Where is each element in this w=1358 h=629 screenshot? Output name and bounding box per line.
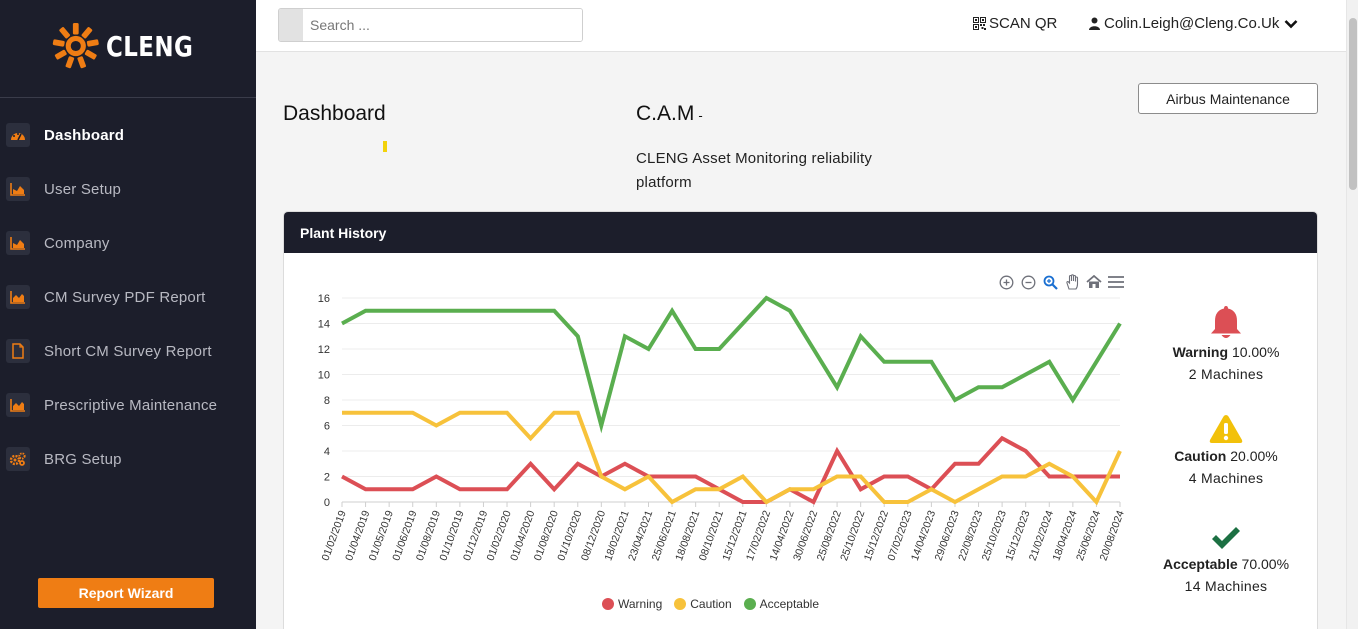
checkmark-icon: [1212, 527, 1240, 549]
user-email: Colin.Leigh@Cleng.Co.Uk: [1104, 15, 1280, 32]
scrollbar-thumb[interactable]: [1349, 18, 1357, 190]
card-title: Plant History: [284, 212, 1317, 253]
search-addon: [279, 9, 303, 41]
gears-icon: [6, 447, 30, 471]
y-tick-label: 8: [324, 395, 330, 407]
cam-description: CLENG Asset Monitoring reliability platf…: [636, 150, 873, 191]
acceptable-percent: 70.00%: [1241, 556, 1290, 572]
sidebar-item-label: Prescriptive Maintenance: [44, 396, 218, 414]
zoom-out-icon[interactable]: [1019, 273, 1037, 291]
y-tick-label: 14: [318, 319, 330, 331]
sidebar-divider: [0, 97, 256, 98]
cam-title: C.A.M -: [636, 102, 703, 126]
cam-title-dash: -: [698, 108, 703, 123]
bell-icon: [1211, 306, 1241, 338]
search-box: [278, 8, 583, 42]
caution-machines: 4 Machines: [1188, 470, 1264, 486]
warning-label: Warning: [1172, 344, 1229, 360]
legend-item-warning[interactable]: Warning: [602, 597, 662, 611]
top-bar: SCAN QR Colin.Leigh@Cleng.Co.Uk: [256, 0, 1346, 52]
cleng-logo[interactable]: CLENG: [52, 12, 212, 80]
y-tick-label: 4: [324, 446, 330, 458]
acceptable-stat: Acceptable 70.00% 14 Machines: [1136, 526, 1316, 594]
warning-machines: 2 Machines: [1188, 366, 1264, 382]
chart-legend: Warning Caution Acceptable: [602, 597, 819, 611]
scan-qr-label: SCAN QR: [989, 15, 1058, 32]
legend-label: Warning: [618, 597, 663, 611]
legend-marker-caution: [674, 598, 687, 610]
user-menu[interactable]: Colin.Leigh@Cleng.Co.Uk: [1089, 15, 1298, 32]
sidebar-item-brg-setup[interactable]: BRG Setup: [0, 432, 256, 486]
caution-label: Caution: [1174, 448, 1227, 464]
sidebar-item-label: CM Survey PDF Report: [44, 288, 206, 306]
area-chart-icon: [6, 393, 30, 417]
warning-stat: Warning 10.00% 2 Machines: [1136, 304, 1316, 382]
y-tick-label: 0: [324, 497, 330, 509]
sun-gear-logo-icon: [52, 22, 99, 69]
file-icon: [6, 339, 30, 363]
menu-icon[interactable]: [1107, 273, 1125, 291]
x-tick-label: 20/08/2024: [1098, 509, 1127, 563]
acceptable-label: Acceptable: [1162, 556, 1238, 572]
sidebar-item-label: Dashboard: [44, 126, 125, 144]
scan-qr-button[interactable]: SCAN QR: [973, 15, 1057, 32]
plant-history-chart: 0 2 4 6 8 10 12 14 16 01/02/2019 01/04/2019 01/05/2…: [284, 253, 1134, 629]
warning-triangle-icon: [1209, 415, 1243, 443]
series-line-warning: [341, 435, 1120, 505]
legend-label: Acceptable: [759, 597, 819, 611]
sidebar-item-company[interactable]: Company: [0, 216, 256, 270]
sidebar-item-label: BRG Setup: [44, 450, 122, 468]
y-tick-label: 12: [318, 344, 330, 356]
sidebar: CLENG Dashboard User Setup Company CM Su…: [0, 0, 256, 629]
page-title: Dashboard: [283, 102, 386, 125]
site-select-button[interactable]: Airbus Maintenance: [1138, 83, 1318, 114]
caution-stat: Caution 20.00% 4 Machines: [1136, 414, 1316, 486]
y-tick-label: 10: [318, 370, 330, 382]
chevron-down-icon: [1284, 19, 1298, 28]
legend-item-caution[interactable]: Caution: [674, 597, 732, 611]
page-scrollbar[interactable]: [1346, 0, 1358, 629]
qr-code-icon: [973, 17, 986, 30]
cam-title-text: C.A.M: [636, 102, 695, 125]
y-tick-label: 2: [324, 472, 330, 484]
dashboard-icon: [6, 123, 30, 147]
sidebar-item-prescriptive-maintenance[interactable]: Prescriptive Maintenance: [0, 378, 256, 432]
sidebar-item-short-cm-survey-report[interactable]: Short CM Survey Report: [0, 324, 256, 378]
sidebar-item-user-setup[interactable]: User Setup: [0, 162, 256, 216]
legend-item-acceptable[interactable]: Acceptable: [743, 597, 819, 611]
y-tick-label: 6: [324, 421, 330, 433]
sidebar-item-label: Company: [44, 234, 110, 252]
selection-zoom-icon[interactable]: [1041, 273, 1059, 291]
plant-history-card: Plant History 0 2 4 6 8 10 12 14 16 01/02/2019 01/…: [283, 211, 1318, 629]
legend-marker-warning: [602, 598, 614, 610]
caution-percent: 20.00%: [1230, 448, 1278, 464]
title-accent-mark: [383, 141, 387, 152]
area-chart-icon: [6, 231, 30, 255]
sidebar-item-dashboard[interactable]: Dashboard: [0, 108, 256, 162]
chart-toolbar: [997, 273, 1125, 291]
sidebar-item-cm-survey-pdf-report[interactable]: CM Survey PDF Report: [0, 270, 256, 324]
legend-marker-acceptable: [743, 598, 756, 610]
search-input[interactable]: [303, 9, 582, 41]
user-icon: [1089, 17, 1100, 30]
zoom-in-icon[interactable]: [997, 273, 1015, 291]
brand-name: CLENG: [105, 29, 193, 63]
area-chart-icon: [6, 177, 30, 201]
sidebar-nav: Dashboard User Setup Company CM Survey P…: [0, 108, 256, 486]
series-line-acceptable: [341, 295, 1122, 434]
warning-percent: 10.00%: [1231, 344, 1280, 360]
line-chart: 024681012141601/02/201901/04/201901/05/2…: [318, 293, 1127, 563]
legend-label: Caution: [690, 597, 732, 611]
sidebar-item-label: User Setup: [44, 180, 122, 198]
pan-hand-icon[interactable]: [1063, 273, 1081, 291]
y-tick-label: 16: [318, 293, 330, 305]
area-chart-icon: [6, 285, 30, 309]
report-wizard-button[interactable]: Report Wizard: [38, 578, 214, 608]
sidebar-item-label: Short CM Survey Report: [44, 342, 212, 360]
acceptable-machines: 14 Machines: [1184, 578, 1268, 594]
reset-home-icon[interactable]: [1085, 273, 1103, 291]
